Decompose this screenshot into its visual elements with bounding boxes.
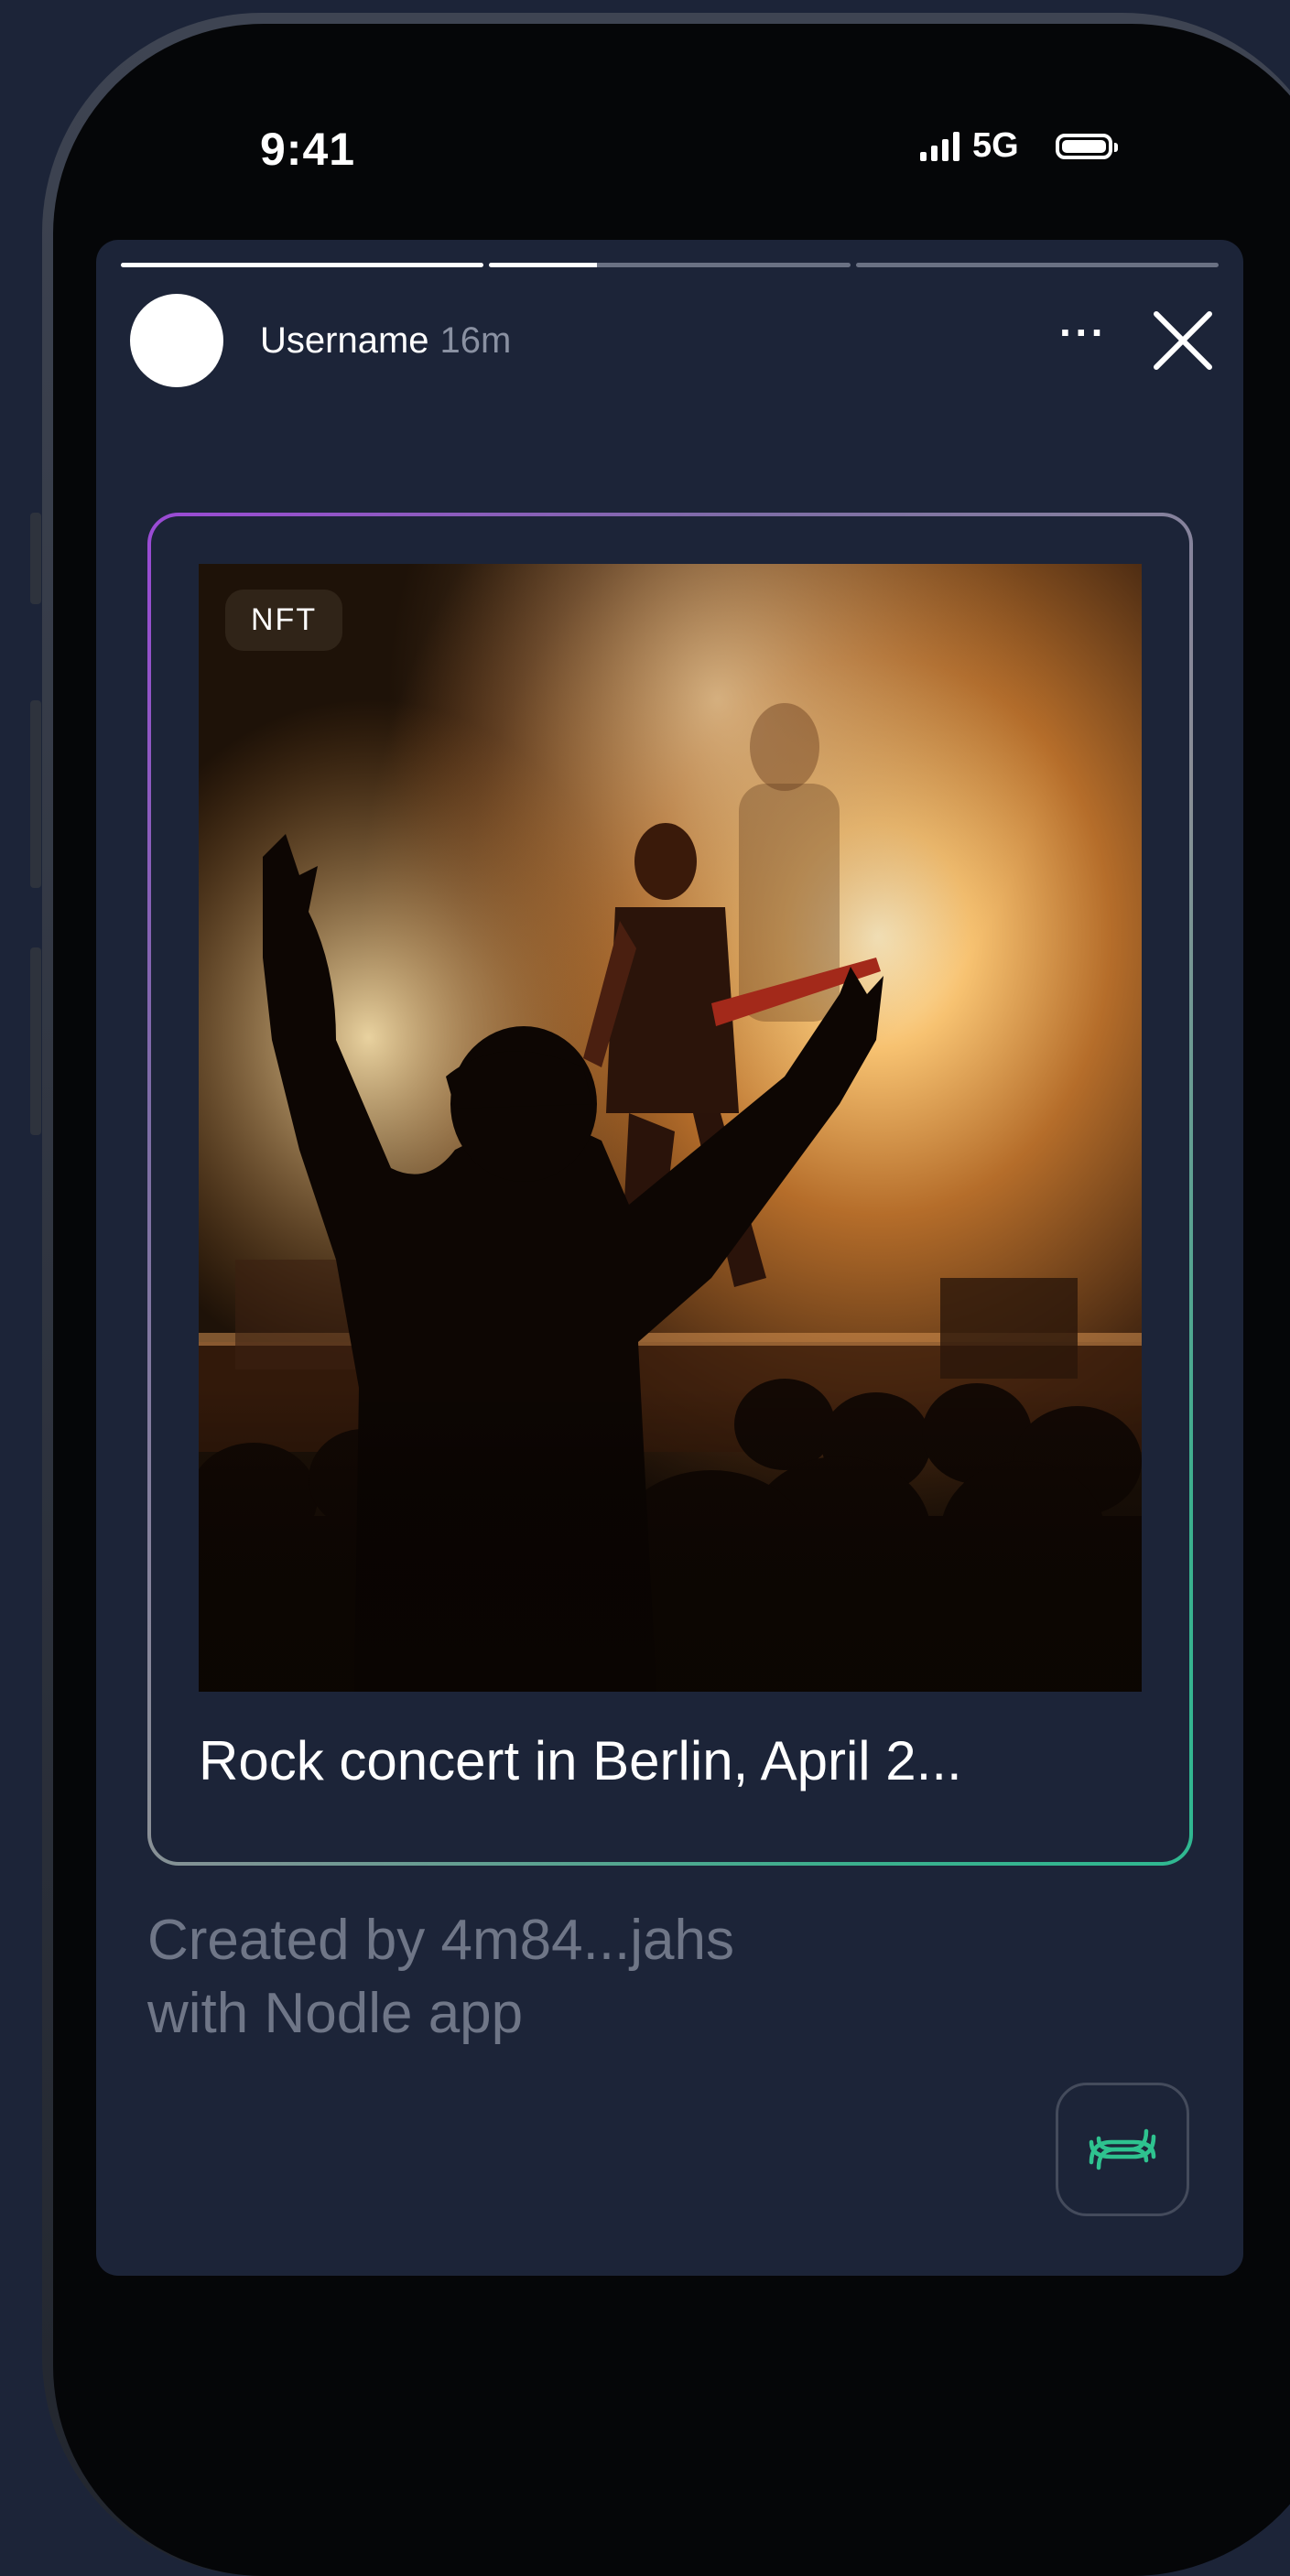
progress-segment [856,263,1220,267]
network-label: 5G [972,126,1019,165]
close-icon[interactable] [1151,308,1215,373]
progress-segment [488,263,851,267]
story-card[interactable]: Username 16m ··· NFT Rock concert in Ber… [96,240,1243,2276]
story-progress [121,263,1220,267]
progress-fill [488,263,598,267]
nodle-app-button[interactable] [1056,2083,1189,2216]
creator-info: Created by 4m84...jahs with Nodle app [147,1904,734,2051]
nodle-logo-icon [1089,2128,1156,2170]
battery-icon [1055,133,1118,159]
progress-segment [121,263,483,267]
nft-title: Rock concert in Berlin, April 2... [199,1730,962,1791]
creator-line: Created by 4m84...jahs [147,1909,735,1972]
status-time: 9:41 [260,124,356,175]
story-header: Username 16m ··· [130,290,1219,391]
username[interactable]: Username [260,320,429,362]
action-button [30,513,41,604]
signal-icon [920,131,959,161]
status-indicators: 5G [920,126,1118,166]
avatar[interactable] [130,294,223,387]
nft-card-body: NFT Rock concert in Berlin, April 2... [151,516,1189,1862]
time-ago: 16m [439,319,512,361]
concert-photo [199,564,1142,1692]
nft-badge: NFT [225,590,343,651]
volume-down-button [30,947,41,1135]
volume-up-button [30,700,41,888]
app-line: with Nodle app [147,1982,524,2045]
nft-card[interactable]: NFT Rock concert in Berlin, April 2... [147,513,1193,1866]
more-options-button[interactable]: ··· [1059,308,1107,357]
progress-fill [121,263,483,267]
nft-image: NFT [199,564,1142,1692]
